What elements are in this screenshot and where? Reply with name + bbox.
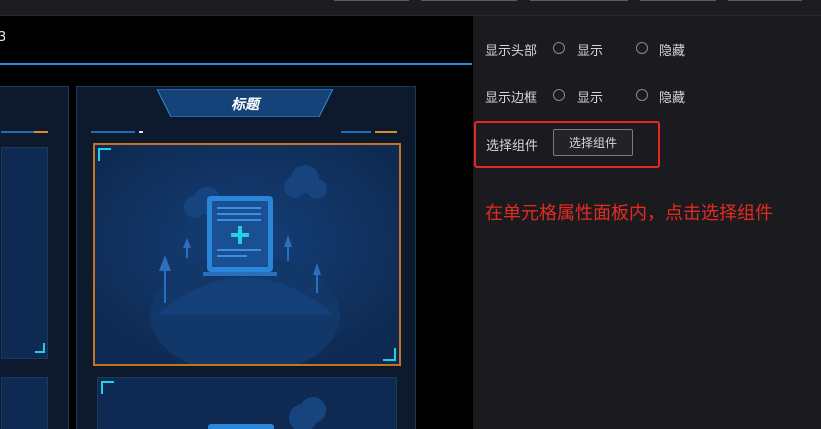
toolbar-button[interactable] bbox=[728, 0, 802, 1]
selected-cell-card[interactable] bbox=[93, 143, 401, 366]
toolbar-button[interactable] bbox=[640, 0, 716, 1]
show-border-label: 显示边框 bbox=[485, 91, 538, 106]
cell-card bbox=[1, 147, 48, 359]
deco-line-right bbox=[341, 131, 371, 133]
toolbar-button[interactable] bbox=[334, 0, 409, 1]
show-header-radio-hide[interactable] bbox=[636, 42, 648, 54]
card-corner-icon bbox=[98, 148, 111, 161]
toolbar-button[interactable] bbox=[530, 0, 628, 1]
cell-property-panel: 显示头部 显示 隐藏 显示边框 显示 隐藏 选择组件 选择组件 在单元格属性面板… bbox=[474, 16, 821, 429]
show-header-label: 显示头部 bbox=[485, 44, 538, 59]
show-border-row: 显示边框 显示 隐藏 bbox=[485, 87, 815, 106]
select-component-label: 选择组件 bbox=[486, 139, 539, 154]
card-corner-icon bbox=[383, 348, 396, 361]
cell-illustration-partial bbox=[208, 397, 326, 429]
top-toolbar bbox=[0, 0, 821, 16]
show-header-option-show[interactable]: 显示 bbox=[577, 40, 603, 59]
show-header-radio-show[interactable] bbox=[553, 42, 565, 54]
card-title-wrap: 标题 bbox=[157, 89, 333, 117]
card-title: 标题 bbox=[231, 97, 259, 113]
show-header-option-hide[interactable]: 隐藏 bbox=[659, 40, 685, 59]
deco-dash-right bbox=[375, 131, 397, 133]
cell-card-below[interactable] bbox=[97, 377, 397, 429]
select-component-button[interactable]: 选择组件 bbox=[553, 129, 633, 156]
canvas-title-fragment: 3 bbox=[0, 30, 7, 45]
show-border-radio-show[interactable] bbox=[553, 89, 565, 101]
deco-line-left bbox=[91, 131, 135, 133]
cell-card bbox=[1, 377, 48, 429]
toolbar-button[interactable] bbox=[421, 0, 517, 1]
show-border-option-show[interactable]: 显示 bbox=[577, 87, 603, 106]
show-border-radio-hide[interactable] bbox=[636, 89, 648, 101]
cell-left[interactable] bbox=[0, 86, 69, 429]
show-header-row: 显示头部 显示 隐藏 bbox=[485, 40, 815, 59]
empty-component-illustration bbox=[95, 145, 399, 364]
show-border-option-hide[interactable]: 隐藏 bbox=[659, 87, 685, 106]
design-canvas[interactable]: 3 标题 bbox=[0, 16, 473, 429]
cell-right[interactable]: 标题 bbox=[76, 86, 416, 429]
card-corner-icon bbox=[35, 343, 45, 353]
deco-dash bbox=[34, 131, 48, 133]
instruction-annotation: 在单元格属性面板内，点击选择组件 bbox=[485, 203, 773, 224]
deco-dot bbox=[139, 131, 143, 133]
canvas-header-underline bbox=[0, 63, 472, 65]
select-component-highlight: 选择组件 选择组件 bbox=[474, 121, 660, 168]
